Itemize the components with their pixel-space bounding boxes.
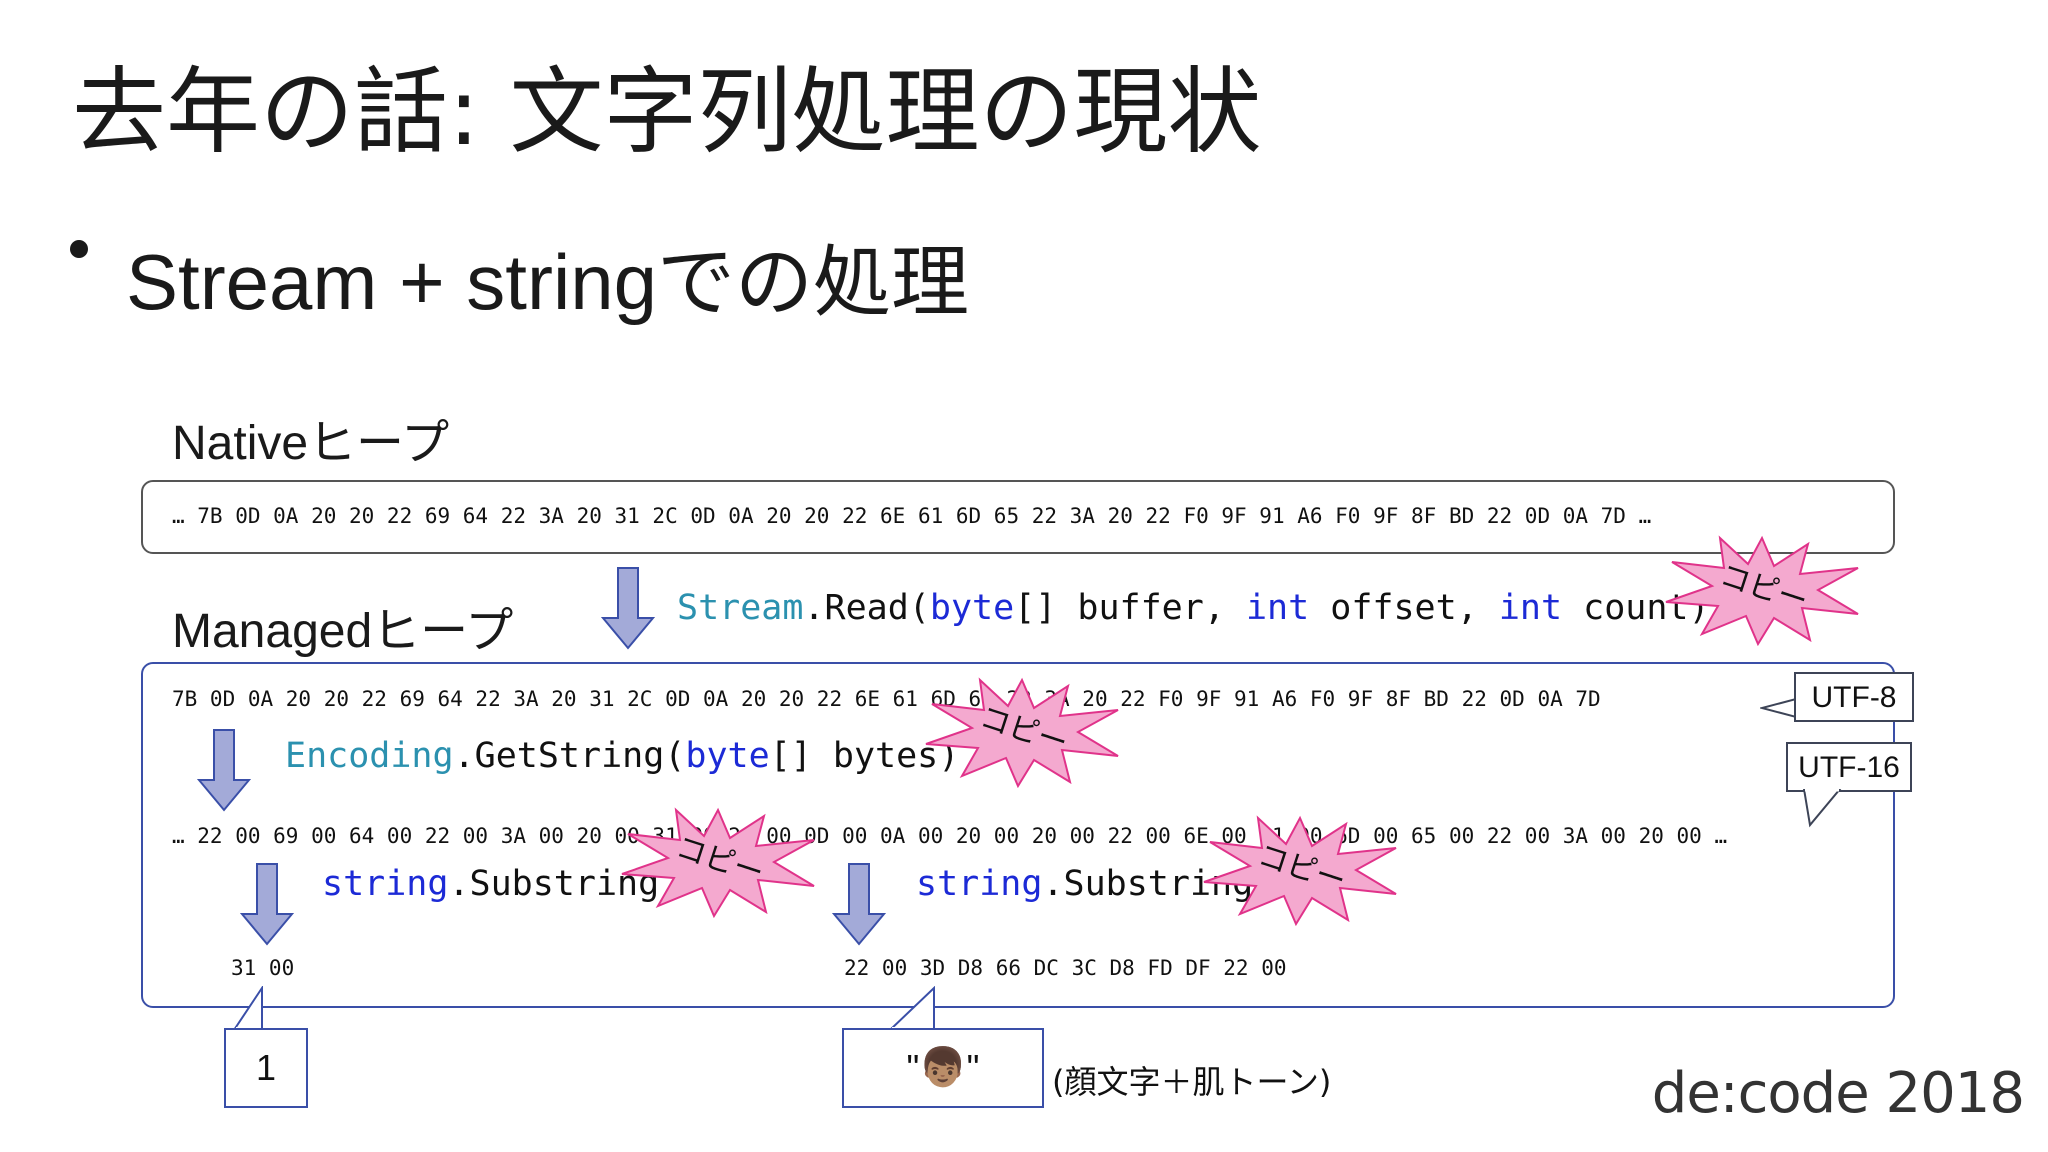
arrow-down-icon: [197, 729, 251, 812]
arrow-down-icon: [832, 863, 886, 946]
byte-keyword: byte: [685, 736, 770, 776]
slide-title: 去年の話: 文字列処理の現状: [72, 58, 1262, 167]
substring1-bytes: 31 00: [231, 956, 295, 980]
stream-read-method: .Read(: [803, 588, 930, 628]
managed-heap-label: Managedヒープ: [172, 605, 514, 658]
stream-read-call: Stream.Read(byte[] buffer, int offset, i…: [677, 586, 1710, 630]
string-type: string: [322, 864, 449, 904]
copy-burst-icon: コピー: [1665, 535, 1859, 646]
get-string-method: .GetString(: [453, 736, 686, 776]
get-string-call: Encoding.GetString(byte[] bytes): [285, 734, 959, 778]
utf16-tag-pointer: [1802, 789, 1842, 828]
emoji-note: (顔文字＋肌トーン): [1052, 1063, 1332, 1101]
quote-close: ": [966, 1047, 980, 1088]
int-keyword: int: [1498, 588, 1563, 628]
bullet-dot: [70, 240, 88, 258]
utf16-tag: UTF-16: [1786, 742, 1912, 792]
byte-keyword: byte: [929, 588, 1015, 628]
buffer-param: [] buffer,: [1014, 588, 1246, 628]
native-heap-label: Nativeヒープ: [172, 417, 450, 470]
copy-burst-icon: コピー: [925, 677, 1119, 788]
arrow-down-icon: [601, 567, 655, 650]
stream-type: Stream: [677, 588, 804, 628]
substring2-bytes: 22 00 3D D8 66 DC 3C D8 FD DF 22 00: [844, 956, 1287, 980]
copy-burst-icon: コピー: [621, 807, 815, 918]
callout-one-pointer: [232, 986, 263, 1030]
native-bytes: … 7B 0D 0A 20 20 22 69 64 22 3A 20 31 2C…: [172, 504, 1652, 528]
quote-open: ": [906, 1047, 920, 1088]
bullet-text: Stream + stringでの処理: [126, 238, 970, 326]
utf8-tag: UTF-8: [1794, 672, 1914, 722]
encoding-type: Encoding: [285, 736, 454, 776]
callout-emoji: "👦🏽": [842, 1028, 1044, 1108]
offset-param: offset,: [1309, 588, 1499, 628]
event-logo: de:code 2018: [1651, 1061, 2025, 1126]
callout-one: 1: [224, 1028, 308, 1108]
substring-call-1: string.Substring: [322, 862, 659, 906]
arrow-down-icon: [240, 863, 294, 946]
copy-burst-icon: コピー: [1203, 815, 1397, 926]
utf16-bytes: … 22 00 69 00 64 00 22 00 3A 00 20 00 31…: [172, 824, 1728, 848]
string-type: string: [916, 864, 1043, 904]
boy-medium-skin-emoji-icon: 👦🏽: [919, 1047, 967, 1089]
utf8-bytes: 7B 0D 0A 20 20 22 69 64 22 3A 20 31 2C 0…: [172, 687, 1601, 711]
callout-emoji-pointer: [888, 986, 935, 1030]
int-keyword: int: [1245, 588, 1310, 628]
